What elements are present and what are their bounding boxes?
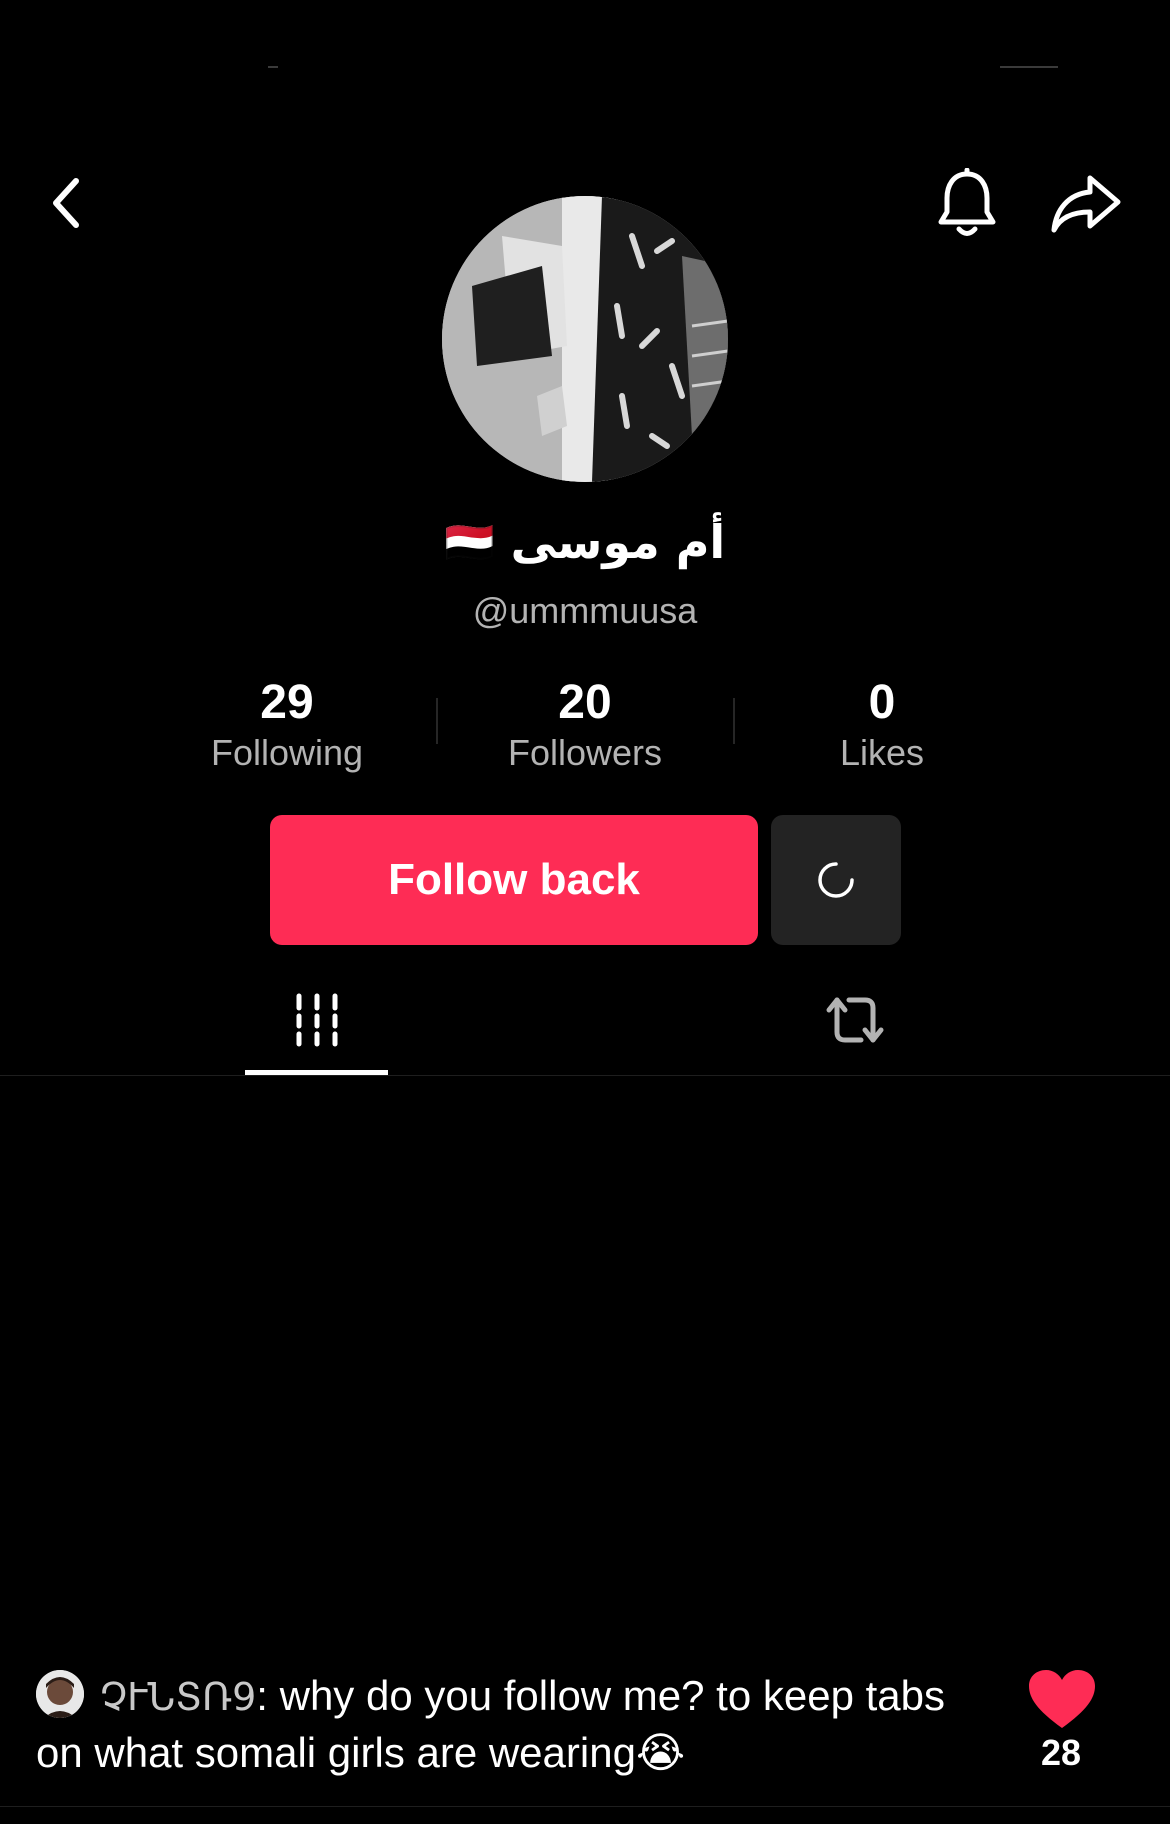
display-name: أم موسى <box>510 515 726 569</box>
comment-like-button[interactable] <box>1022 1666 1102 1732</box>
display-name-row: 🇾🇪 أم موسى <box>0 515 1170 569</box>
stat-divider <box>436 698 438 744</box>
flag-icon: 🇾🇪 <box>444 519 495 566</box>
stat-value: 20 <box>558 676 612 729</box>
bell-icon <box>938 168 996 236</box>
share-arrow-icon <box>1051 175 1121 233</box>
commenter-avatar <box>36 1670 84 1718</box>
stat-value: 0 <box>868 676 896 729</box>
avatar-photo <box>442 196 728 482</box>
stat-divider <box>733 698 735 744</box>
stat-label: Following <box>210 732 364 773</box>
chevron-left-icon <box>53 178 79 228</box>
profile-avatar[interactable] <box>442 196 728 482</box>
tab-reposts[interactable] <box>783 975 926 1065</box>
back-button[interactable] <box>36 168 96 238</box>
follow-back-button[interactable]: Follow back <box>270 815 758 945</box>
heart-icon <box>1029 1670 1095 1728</box>
commenter-avatar-image <box>36 1670 84 1718</box>
comment-overlay[interactable]: ՉՒՆՏՌ9: why do you follow me? to keep ta… <box>36 1668 976 1781</box>
notifications-button[interactable] <box>930 164 1004 244</box>
stat-value: 29 <box>260 676 314 729</box>
repost-icon <box>826 997 883 1043</box>
stat-label: Followers <box>507 732 663 773</box>
bottom-divider <box>0 1806 1170 1807</box>
status-bar-mark <box>1000 66 1058 68</box>
stat-label: Likes <box>839 732 925 773</box>
crying-emoji: 😭 <box>635 1729 686 1776</box>
loading-spinner-icon <box>818 862 854 898</box>
stat-followers[interactable]: 20 Followers <box>455 676 715 776</box>
tabs-divider <box>0 1075 1170 1076</box>
stat-following[interactable]: 29 Following <box>157 676 417 776</box>
share-button[interactable] <box>1048 166 1124 242</box>
username: @ummmuusa <box>472 590 698 631</box>
grid-icon <box>296 993 337 1047</box>
suggested-accounts-button[interactable] <box>771 815 901 945</box>
stat-likes[interactable]: 0 Likes <box>752 676 1012 776</box>
comment-like-count: 28 <box>1040 1732 1082 1773</box>
status-bar-mark <box>268 66 278 68</box>
tab-videos[interactable] <box>245 975 388 1065</box>
comment-author: ՉՒՆՏՌ9 <box>100 1675 257 1719</box>
